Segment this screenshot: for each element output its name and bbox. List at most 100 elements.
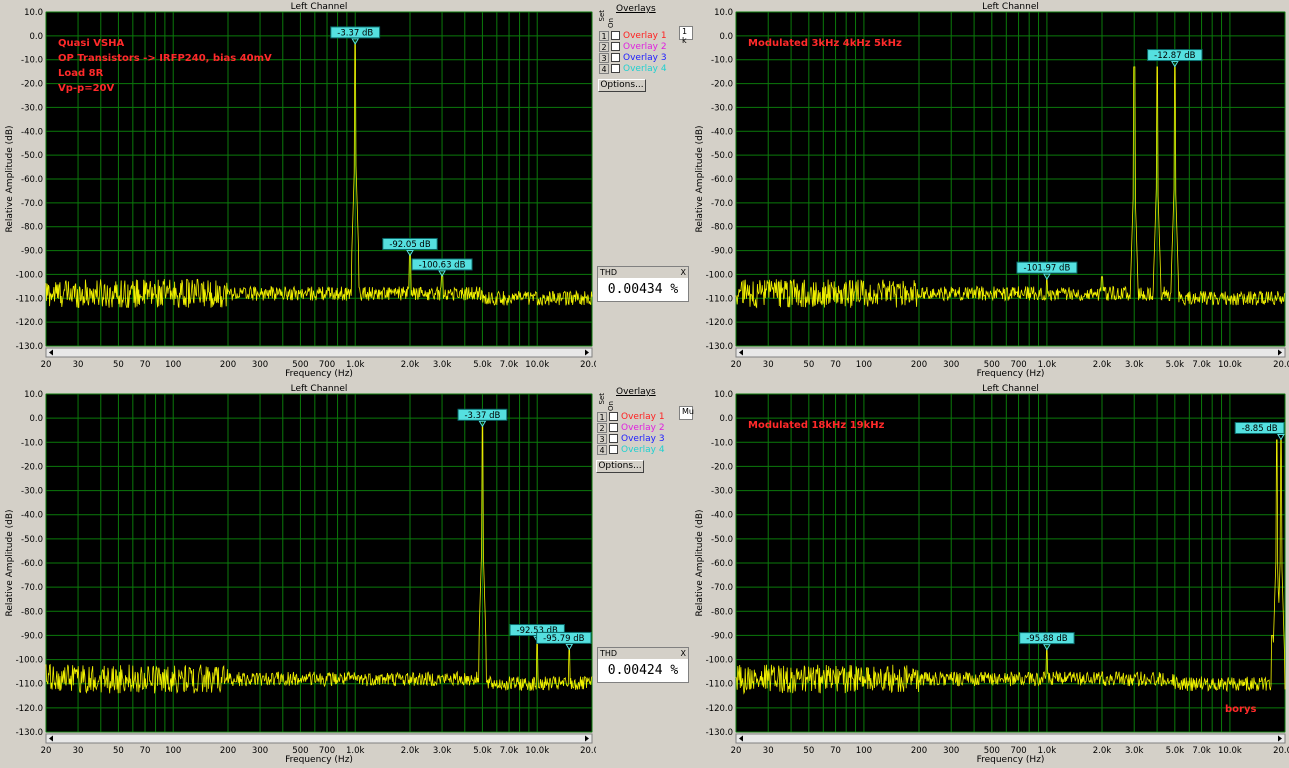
overlay-row[interactable]: 4 Overlay 4	[597, 444, 665, 455]
y-tick-label: -100.0	[706, 656, 733, 666]
y-tick-label: -50.0	[711, 151, 733, 161]
overlay-set-button[interactable]: 3	[599, 52, 609, 63]
y-tick-label: -60.0	[711, 175, 733, 185]
y-tick-label: -60.0	[21, 559, 43, 569]
thd-label: THD	[600, 268, 618, 277]
overlay-row[interactable]: 2 Overlay 2	[599, 41, 667, 52]
horizontal-scrollbar[interactable]	[45, 733, 593, 744]
y-tick-label: 10.0	[714, 390, 733, 400]
options-button[interactable]: Options...	[596, 460, 644, 473]
y-tick-label: 0.0	[29, 414, 43, 424]
chart-annotation: borys	[1225, 704, 1256, 715]
x-tick-label: 7.0k	[1192, 746, 1211, 756]
close-icon[interactable]: X	[681, 268, 686, 277]
overlay-set-button[interactable]: 4	[597, 444, 607, 455]
y-tick-label: -30.0	[711, 103, 733, 113]
overlay-checkbox[interactable]	[611, 42, 620, 51]
overlay-set-button[interactable]: 2	[597, 422, 607, 433]
x-tick-label: 20	[731, 360, 742, 370]
overlay-row[interactable]: 3 Overlay 3	[599, 52, 667, 63]
horizontal-scrollbar[interactable]	[735, 733, 1286, 744]
overlay-label: Overlay 2	[621, 422, 665, 433]
horizontal-scrollbar[interactable]	[735, 347, 1286, 358]
marker-label: -3.37 dB	[464, 411, 500, 421]
y-tick-label: -40.0	[711, 127, 733, 137]
overlay-checkbox[interactable]	[611, 53, 620, 62]
y-tick-label: -120.0	[16, 318, 43, 328]
chart-annotation: Load 8R	[58, 68, 104, 79]
y-tick-label: -130.0	[16, 342, 43, 352]
y-tick-label: -100.0	[16, 656, 43, 666]
overlay-checkbox[interactable]	[609, 434, 618, 443]
chart-title: Left Channel	[982, 384, 1039, 394]
x-tick-label: 5.0k	[473, 360, 492, 370]
y-tick-label: -90.0	[711, 631, 733, 641]
generator-field[interactable]: 1 k	[679, 26, 693, 45]
overlay-checkbox[interactable]	[609, 412, 618, 421]
x-tick-label: 70	[830, 360, 841, 370]
x-tick-label: 200	[220, 746, 236, 756]
waveform-icon[interactable]: $∿	[1255, 401, 1268, 411]
y-tick-label: -80.0	[21, 607, 43, 617]
x-tick-label: 300	[252, 746, 268, 756]
y-tick-label: -50.0	[21, 151, 43, 161]
marker-label: -95.79 dB	[543, 634, 584, 644]
overlay-checkbox[interactable]	[609, 445, 618, 454]
y-tick-label: -40.0	[21, 127, 43, 137]
y-tick-label: -10.0	[21, 56, 43, 66]
x-tick-label: 30	[73, 360, 84, 370]
chart-annotation: OP Transistors -> IRFP240, bias 40mV	[58, 53, 272, 64]
overlay-set-button[interactable]: 1	[597, 411, 607, 422]
y-tick-label: -130.0	[706, 342, 733, 352]
x-tick-label: 2.0k	[1093, 360, 1112, 370]
x-tick-label: 7.0k	[500, 746, 519, 756]
overlay-checkbox[interactable]	[609, 423, 618, 432]
overlay-checkbox[interactable]	[611, 31, 620, 40]
generator-field[interactable]: Mu	[679, 406, 694, 420]
overlay-set-button[interactable]: 1	[599, 30, 609, 41]
x-tick-label: 50	[113, 360, 124, 370]
y-tick-label: -40.0	[21, 511, 43, 521]
x-tick-label: 10.0k	[525, 360, 549, 370]
waveform-icon[interactable]: $∿	[1255, 19, 1268, 29]
y-tick-label: -70.0	[711, 583, 733, 593]
y-tick-label: -120.0	[706, 318, 733, 328]
y-tick-label: 10.0	[24, 390, 43, 400]
y-tick-label: -90.0	[711, 247, 733, 257]
overlay-label: Overlay 2	[623, 41, 667, 52]
y-tick-label: 10.0	[714, 8, 733, 18]
horizontal-scrollbar[interactable]	[45, 347, 593, 358]
x-axis-label: Frequency (Hz)	[977, 755, 1045, 765]
set-label: Set	[598, 10, 606, 22]
close-icon[interactable]: X	[681, 649, 686, 658]
thd-value: 0.00434 %	[607, 282, 679, 297]
y-tick-label: -20.0	[21, 80, 43, 90]
overlay-set-button[interactable]: 2	[599, 41, 609, 52]
overlay-label: Overlay 4	[623, 63, 667, 74]
x-tick-label: 5.0k	[1166, 746, 1185, 756]
overlay-row[interactable]: 1 Overlay 1	[599, 30, 667, 41]
x-tick-label: 3.0k	[1125, 360, 1144, 370]
waveform-icon[interactable]: $∿	[562, 401, 575, 411]
x-tick-label: 7.0k	[500, 360, 519, 370]
y-axis-label: Relative Amplitude (dB)	[5, 125, 15, 232]
overlay-row[interactable]: 3 Overlay 3	[597, 433, 665, 444]
chart-annotation: Quasi VSHA	[58, 38, 125, 49]
overlay-set-button[interactable]: 4	[599, 63, 609, 74]
overlay-checkbox[interactable]	[611, 64, 620, 73]
waveform-icon[interactable]: $∿	[562, 19, 575, 29]
overlay-set-button[interactable]: 3	[597, 433, 607, 444]
x-tick-label: 10.0k	[1218, 360, 1242, 370]
overlay-row[interactable]: 1 Overlay 1	[597, 411, 665, 422]
overlay-label: Overlay 1	[623, 30, 667, 41]
options-button[interactable]: Options...	[598, 79, 646, 92]
x-tick-label: 200	[911, 746, 927, 756]
x-tick-label: 50	[803, 360, 814, 370]
x-tick-label: 300	[943, 746, 959, 756]
overlay-row[interactable]: 4 Overlay 4	[599, 63, 667, 74]
overlay-row[interactable]: 2 Overlay 2	[597, 422, 665, 433]
spectrum-chart: Left Channel 10.0 0.0 -10.0 -20.0 -30.0 -40.0 -…	[695, 384, 1289, 765]
y-tick-label: -30.0	[21, 103, 43, 113]
y-tick-label: -10.0	[711, 56, 733, 66]
x-tick-label: 2.0k	[1093, 746, 1112, 756]
